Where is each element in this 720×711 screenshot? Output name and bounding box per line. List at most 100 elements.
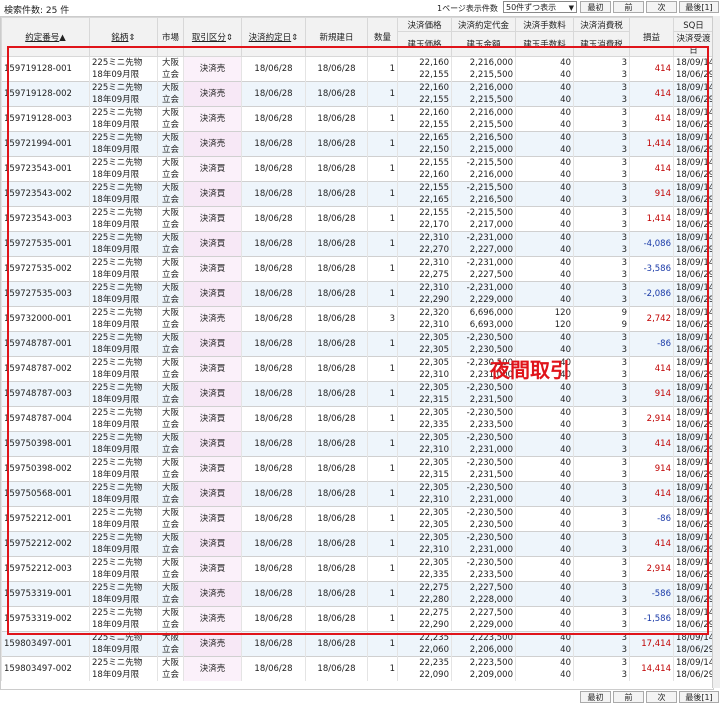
new-date: 18/06/28 (305, 206, 368, 232)
header-trade-type[interactable]: 取引区分⇕ (183, 17, 242, 57)
settle-fee: 40 (515, 581, 574, 594)
sq-date: 18/09/14 (673, 456, 713, 469)
open-tax: 3 (573, 419, 630, 432)
new-date: 18/06/28 (305, 131, 368, 157)
open-amount: 2,231,500 (451, 469, 516, 482)
new-date: 18/06/28 (305, 606, 368, 632)
quantity: 1 (367, 81, 398, 107)
settle-amount: -2,231,000 (451, 231, 516, 244)
open-price: 22,335 (397, 419, 452, 432)
open-price: 22,060 (397, 644, 452, 657)
open-fee: 40 (515, 194, 574, 207)
issue-name: 225ミニ先物 (89, 56, 158, 69)
pnl-value: 414 (629, 356, 674, 382)
header-contract-no[interactable]: 約定番号▲ (1, 17, 90, 57)
next-page-button[interactable]: 次 (646, 691, 677, 703)
market-session: 立会 (157, 469, 184, 482)
header-settle-date[interactable]: 決済約定日⇕ (241, 17, 306, 57)
sq-date: 18/09/14 (673, 281, 713, 294)
last-page-button[interactable]: 最後[1] (679, 1, 719, 13)
sq-date: 18/09/14 (673, 356, 713, 369)
settle-price: 22,310 (397, 231, 452, 244)
new-date: 18/06/28 (305, 406, 368, 432)
settle-date: 18/06/28 (241, 281, 306, 307)
market-name: 大阪 (157, 331, 184, 344)
settle-price: 22,305 (397, 331, 452, 344)
open-tax: 3 (573, 369, 630, 382)
first-page-button[interactable]: 最初 (580, 1, 611, 13)
settle-tax: 3 (573, 181, 630, 194)
settle-price: 22,305 (397, 531, 452, 544)
last-page-button[interactable]: 最後[1] (679, 691, 719, 703)
quantity: 1 (367, 456, 398, 482)
table-row: 159750398-002 225ミニ先物 大阪 決済買 18/06/28 18/06/2… (1, 456, 713, 482)
settle-tax: 3 (573, 206, 630, 219)
contract-no: 159719128-002 (1, 81, 90, 107)
pnl-value: 914 (629, 381, 674, 407)
delivery-date: 18/06/29 (673, 544, 713, 557)
contract-no: 159752212-003 (1, 556, 90, 582)
settle-tax: 3 (573, 506, 630, 519)
market-name: 大阪 (157, 381, 184, 394)
open-price: 22,165 (397, 194, 452, 207)
open-fee: 40 (515, 669, 574, 681)
trade-type: 決済買 (183, 381, 242, 407)
prev-page-button[interactable]: 前 (613, 691, 644, 703)
open-amount: 2,215,000 (451, 144, 516, 157)
first-page-button[interactable]: 最初 (580, 691, 611, 703)
next-page-button[interactable]: 次 (646, 1, 677, 13)
results-table-container[interactable]: 約定番号▲ 銘柄⇕ 市場 取引区分⇕ 決済約定日⇕ 新規建日 数量 決済価格 決… (0, 16, 714, 690)
quantity: 1 (367, 256, 398, 282)
settle-amount: 2,216,000 (451, 56, 516, 69)
contract-no: 159723543-002 (1, 181, 90, 207)
settle-amount: 6,696,000 (451, 306, 516, 319)
pnl-value: -3,586 (629, 256, 674, 282)
header-open-tax: 建玉消費税 (573, 31, 630, 57)
vertical-scrollbar[interactable] (712, 16, 720, 688)
sq-date: 18/09/14 (673, 331, 713, 344)
results-table: 約定番号▲ 銘柄⇕ 市場 取引区分⇕ 決済約定日⇕ 新規建日 数量 決済価格 決… (1, 17, 713, 681)
open-tax: 9 (573, 319, 630, 332)
settle-date: 18/06/28 (241, 106, 306, 132)
sq-date: 18/09/14 (673, 431, 713, 444)
contract-no: 159748787-002 (1, 356, 90, 382)
open-tax: 3 (573, 619, 630, 632)
header-open-price: 建玉価格 (397, 31, 452, 57)
contract-no: 159719128-003 (1, 106, 90, 132)
settle-fee: 40 (515, 106, 574, 119)
issue-expiry: 18年09月限 (89, 119, 158, 132)
delivery-date: 18/06/29 (673, 369, 713, 382)
open-price: 22,155 (397, 119, 452, 132)
market-session: 立会 (157, 194, 184, 207)
settle-date: 18/06/28 (241, 406, 306, 432)
market-session: 立会 (157, 369, 184, 382)
trade-type: 決済売 (183, 56, 242, 82)
market-name: 大阪 (157, 106, 184, 119)
open-fee: 40 (515, 569, 574, 582)
settle-amount: -2,215,500 (451, 206, 516, 219)
open-fee: 40 (515, 419, 574, 432)
settle-price: 22,155 (397, 206, 452, 219)
open-tax: 3 (573, 144, 630, 157)
settle-amount: -2,231,000 (451, 281, 516, 294)
pnl-value: 914 (629, 181, 674, 207)
prev-page-button[interactable]: 前 (613, 1, 644, 13)
settle-fee: 40 (515, 181, 574, 194)
open-price: 22,310 (397, 544, 452, 557)
market-session: 立会 (157, 169, 184, 182)
pnl-value: 2,742 (629, 306, 674, 332)
settle-tax: 9 (573, 306, 630, 319)
settle-amount: -2,230,500 (451, 406, 516, 419)
sq-date: 18/09/14 (673, 656, 713, 669)
header-settle-amount: 決済約定代金 (451, 17, 516, 32)
trade-type: 決済売 (183, 131, 242, 157)
contract-no: 159721994-001 (1, 131, 90, 157)
settle-price: 22,305 (397, 406, 452, 419)
header-issue[interactable]: 銘柄⇕ (89, 17, 158, 57)
delivery-date: 18/06/29 (673, 619, 713, 632)
per-page-select[interactable]: 50件ずつ表示 ▼ (503, 1, 577, 13)
table-row: 159723543-003 225ミニ先物 大阪 決済買 18/06/28 18/06/2… (1, 206, 713, 232)
trade-type: 決済売 (183, 656, 242, 681)
pnl-value: -586 (629, 581, 674, 607)
settle-date: 18/06/28 (241, 56, 306, 82)
